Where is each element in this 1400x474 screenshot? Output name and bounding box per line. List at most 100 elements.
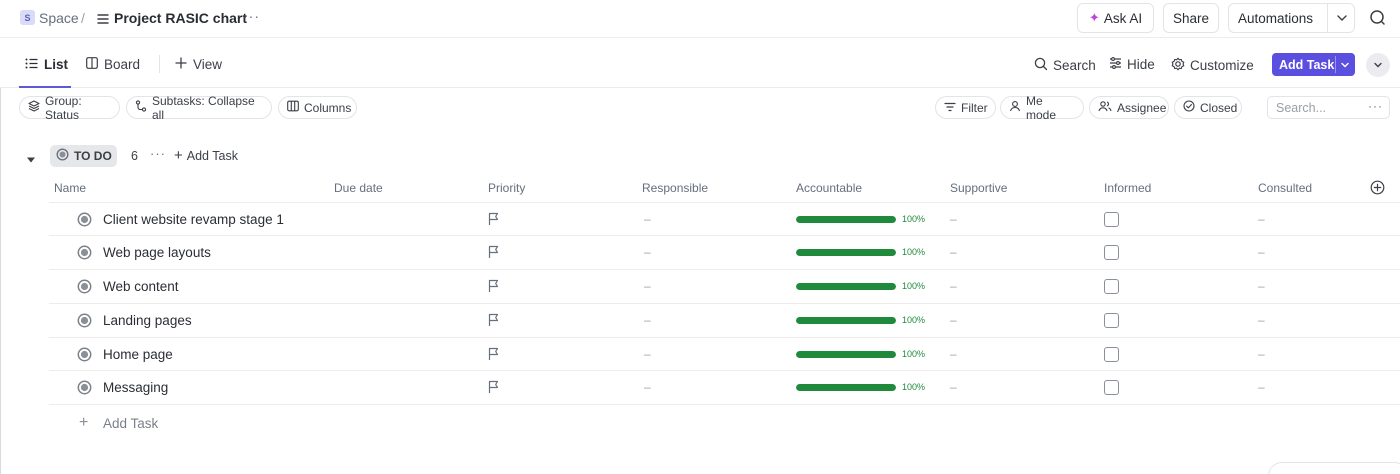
user-icon <box>1009 100 1026 115</box>
more-options-icon[interactable]: ··· <box>243 8 260 24</box>
group-add-task-button[interactable]: + Add Task <box>174 148 238 163</box>
supportive-cell[interactable]: – <box>950 279 957 293</box>
add-task-label: Add Task <box>1279 57 1335 72</box>
status-circle-icon[interactable] <box>77 279 92 297</box>
flag-icon[interactable] <box>488 313 500 330</box>
status-group-badge[interactable]: TO DO <box>50 145 117 167</box>
status-circle-icon[interactable] <box>77 380 92 398</box>
table-row[interactable]: Messaging – 100% – – <box>49 370 1400 404</box>
search-icon[interactable] <box>1369 9 1386 29</box>
consulted-cell[interactable]: – <box>1258 279 1265 293</box>
flag-icon[interactable] <box>488 212 500 229</box>
customize-button[interactable]: Customize <box>1171 57 1254 74</box>
informed-checkbox[interactable] <box>1104 279 1119 294</box>
responsible-cell[interactable]: – <box>644 313 651 327</box>
task-name[interactable]: Web page layouts <box>103 245 211 260</box>
consulted-cell[interactable]: – <box>1258 380 1265 394</box>
table-row[interactable]: Landing pages – 100% – – <box>49 303 1400 337</box>
informed-checkbox[interactable] <box>1104 347 1119 362</box>
add-task-row[interactable]: + Add Task <box>49 404 1400 440</box>
consulted-cell[interactable]: – <box>1258 212 1265 226</box>
column-header-consulted[interactable]: Consulted <box>1258 181 1312 195</box>
column-header-informed[interactable]: Informed <box>1104 181 1151 195</box>
add-view-button[interactable]: View <box>175 57 222 72</box>
consulted-cell[interactable]: – <box>1258 245 1265 259</box>
task-name[interactable]: Web content <box>103 279 179 294</box>
responsible-cell[interactable]: – <box>644 212 651 226</box>
responsible-cell[interactable]: – <box>644 347 651 361</box>
status-circle-icon[interactable] <box>77 347 92 365</box>
list-icon <box>97 12 109 27</box>
closed-button[interactable]: Closed <box>1174 96 1242 119</box>
supportive-cell[interactable]: – <box>950 380 957 394</box>
flag-icon[interactable] <box>488 245 500 262</box>
divider <box>1335 56 1336 73</box>
informed-checkbox[interactable] <box>1104 212 1119 227</box>
add-column-icon[interactable] <box>1370 180 1385 198</box>
table-row[interactable]: Home page – 100% – – <box>49 337 1400 371</box>
status-circle-icon[interactable] <box>77 212 92 230</box>
responsible-cell[interactable]: – <box>644 245 651 259</box>
accountable-progress-bar <box>796 351 896 358</box>
column-header-responsible[interactable]: Responsible <box>642 181 708 195</box>
informed-checkbox[interactable] <box>1104 313 1119 328</box>
assignee-button[interactable]: Assignee <box>1089 96 1169 119</box>
page-title[interactable]: Project RASIC chart <box>114 10 247 26</box>
column-header-priority[interactable]: Priority <box>488 181 525 195</box>
filter-button[interactable]: Filter <box>935 96 996 119</box>
informed-checkbox[interactable] <box>1104 245 1119 260</box>
search-button[interactable]: Search <box>1034 57 1096 74</box>
table-row[interactable]: Client website revamp stage 1 – 100% – – <box>49 202 1400 236</box>
chevron-down-icon[interactable] <box>1336 11 1348 28</box>
automations-button[interactable]: Automations <box>1228 3 1355 33</box>
more-options-icon[interactable]: ··· <box>1368 99 1383 113</box>
status-circle-icon[interactable] <box>77 245 92 263</box>
plus-icon: + <box>79 414 89 431</box>
column-header-name[interactable]: Name <box>54 181 86 195</box>
status-circle-icon[interactable] <box>77 313 92 331</box>
supportive-cell[interactable]: – <box>950 245 957 259</box>
ask-ai-button[interactable]: ✦ Ask AI <box>1077 3 1154 33</box>
flag-icon[interactable] <box>488 347 500 364</box>
active-tab-indicator <box>19 86 71 88</box>
collapse-group-icon[interactable] <box>26 152 36 167</box>
supportive-cell[interactable]: – <box>950 347 957 361</box>
consulted-cell[interactable]: – <box>1258 313 1265 327</box>
columns-button[interactable]: Columns <box>278 96 357 119</box>
add-task-button[interactable]: Add Task <box>1272 53 1355 76</box>
task-name[interactable]: Landing pages <box>103 313 192 328</box>
supportive-cell[interactable]: – <box>950 313 957 327</box>
column-header-due-date[interactable]: Due date <box>334 181 383 195</box>
floating-action-bar[interactable] <box>1268 462 1400 474</box>
share-button[interactable]: Share <box>1163 3 1219 33</box>
column-header-supportive[interactable]: Supportive <box>950 181 1007 195</box>
informed-checkbox[interactable] <box>1104 380 1119 395</box>
flag-icon[interactable] <box>488 380 500 397</box>
tab-list-label: List <box>44 57 69 72</box>
responsible-cell[interactable]: – <box>644 279 651 293</box>
space-avatar[interactable]: S <box>20 10 35 25</box>
tab-board[interactable]: Board <box>86 57 140 72</box>
flag-icon[interactable] <box>488 279 500 296</box>
supportive-cell[interactable]: – <box>950 212 957 226</box>
me-mode-button[interactable]: Me mode <box>1000 94 1084 122</box>
task-name[interactable]: Home page <box>103 347 173 362</box>
consulted-cell[interactable]: – <box>1258 347 1265 361</box>
check-circle-icon <box>1183 100 1200 115</box>
hide-button[interactable]: Hide <box>1109 57 1155 72</box>
task-name[interactable]: Client website revamp stage 1 <box>103 212 284 227</box>
table-row[interactable]: Web content – 100% – – <box>49 269 1400 303</box>
subtasks-button[interactable]: Subtasks: Collapse all <box>126 94 272 122</box>
collapse-toggle-button[interactable] <box>1366 53 1390 77</box>
chevron-down-icon[interactable] <box>1340 59 1350 73</box>
more-options-icon[interactable]: ··· <box>150 146 166 161</box>
task-search-input[interactable]: Search... ··· <box>1267 96 1390 119</box>
responsible-cell[interactable]: – <box>644 380 651 394</box>
table-row[interactable]: Web page layouts – 100% – – <box>49 235 1400 269</box>
tab-list[interactable]: List <box>25 57 68 72</box>
breadcrumb-space[interactable]: Space <box>39 10 79 26</box>
column-header-accountable[interactable]: Accountable <box>796 181 862 195</box>
task-name[interactable]: Messaging <box>103 380 168 395</box>
group-by-status-button[interactable]: Group: Status <box>19 94 120 122</box>
progress-percent: 100% <box>902 281 926 291</box>
